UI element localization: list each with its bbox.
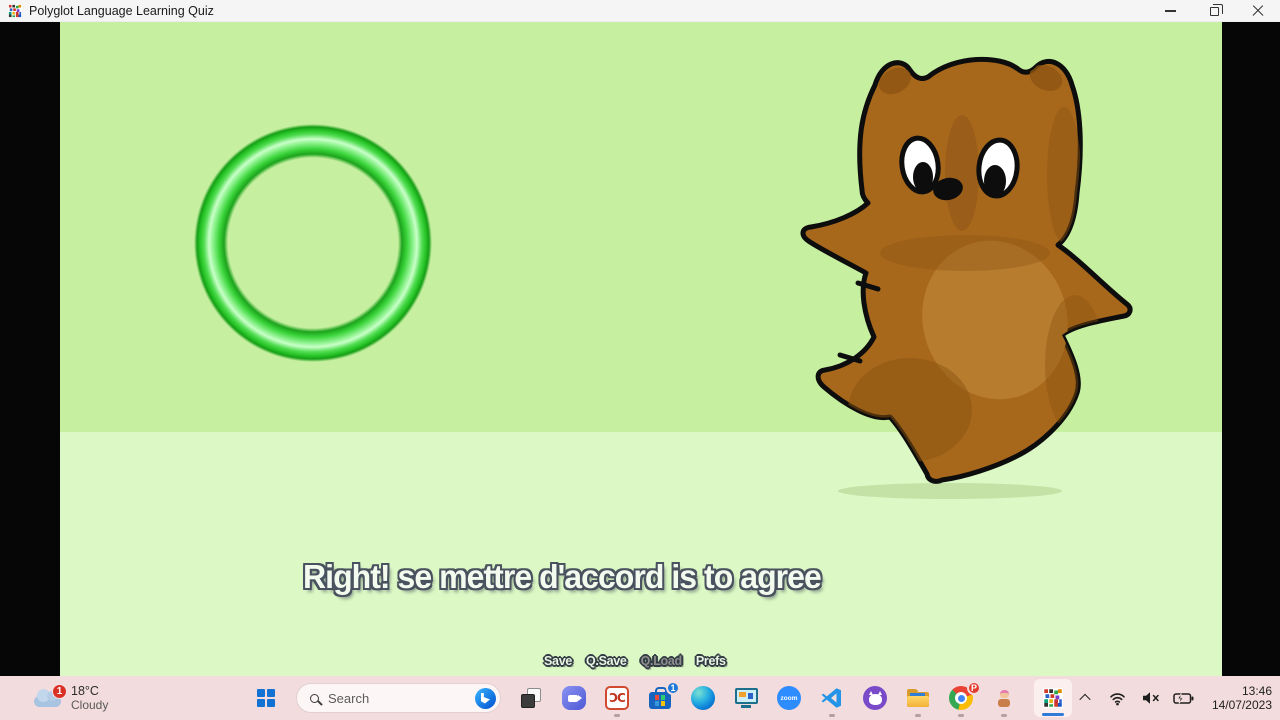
- polyglot-app-icon: [1043, 688, 1063, 708]
- quick-save-button[interactable]: Q.Save: [586, 654, 627, 668]
- edge-button[interactable]: [690, 685, 716, 711]
- vscode-icon: [820, 686, 844, 710]
- weather-text: 18°C Cloudy: [71, 684, 108, 712]
- cloud-icon: 1: [34, 696, 61, 707]
- window-titlebar: Polyglot Language Learning Quiz: [0, 0, 1280, 22]
- running-indicator: [829, 714, 835, 717]
- close-icon: [1252, 5, 1264, 17]
- weather-condition: Cloudy: [71, 698, 108, 712]
- chat-icon: [562, 686, 586, 710]
- vscode-button[interactable]: [819, 685, 845, 711]
- dc-app-button[interactable]: ƆC: [604, 685, 630, 711]
- clock-time: 13:46: [1242, 684, 1272, 699]
- volume-button[interactable]: [1140, 685, 1162, 711]
- green-ring: [193, 123, 433, 363]
- chevron-up-icon: [1079, 694, 1090, 705]
- store-badge: 1: [666, 681, 680, 695]
- game-window: Right! se mettre d'accord is to agree Sa…: [0, 22, 1280, 676]
- github-desktop-button[interactable]: [862, 685, 888, 711]
- window-title: Polyglot Language Learning Quiz: [29, 4, 214, 18]
- zoom-button[interactable]: zoom: [776, 685, 802, 711]
- prefs-button[interactable]: Prefs: [696, 654, 726, 668]
- volume-muted-icon: [1142, 691, 1160, 705]
- bear-shadow: [838, 483, 1062, 499]
- tray-overflow-button[interactable]: [1074, 685, 1096, 711]
- microsoft-store-button[interactable]: 1: [647, 685, 673, 711]
- chrome-button[interactable]: P: [948, 685, 974, 711]
- window-controls: [1148, 0, 1280, 22]
- quiz-feedback-text: Right! se mettre d'accord is to agree: [303, 558, 821, 596]
- taskbar-clock[interactable]: 13:46 14/07/2023: [1212, 684, 1272, 713]
- close-button[interactable]: [1236, 0, 1280, 22]
- video-camera-icon: [568, 695, 578, 702]
- desktop-screen: Polyglot Language Learning Quiz: [0, 0, 1280, 720]
- game-menu: Save Q.Save Q.Load Prefs: [544, 654, 726, 668]
- save-button[interactable]: Save: [544, 654, 572, 668]
- search-input[interactable]: [328, 691, 475, 706]
- store-icon: [649, 692, 671, 709]
- bing-icon[interactable]: [475, 688, 496, 709]
- notification-badge: 1: [52, 684, 67, 699]
- chrome-profile-badge: P: [967, 681, 981, 695]
- polyglot-taskbar-button[interactable]: [1034, 679, 1072, 717]
- letterbox-left: [0, 22, 60, 676]
- taskbar-search[interactable]: [296, 683, 501, 713]
- system-properties-button[interactable]: [733, 685, 759, 711]
- weather-temperature: 18°C: [71, 684, 108, 698]
- file-explorer-button[interactable]: [905, 685, 931, 711]
- character-app-icon: [998, 690, 1010, 707]
- character-app-button[interactable]: [991, 685, 1017, 711]
- taskbar: 1 18°C Cloudy: [0, 676, 1280, 720]
- task-view-button[interactable]: [518, 685, 544, 711]
- taskbar-center: ƆC 1 zoom: [253, 676, 1072, 720]
- start-button[interactable]: [253, 685, 279, 711]
- chat-button[interactable]: [561, 685, 587, 711]
- weather-widget[interactable]: 1 18°C Cloudy: [8, 676, 108, 720]
- wifi-icon: [1109, 691, 1126, 706]
- minimize-button[interactable]: [1148, 0, 1192, 22]
- quick-load-button[interactable]: Q.Load: [641, 654, 682, 668]
- running-indicator: [614, 714, 620, 717]
- maximize-button[interactable]: [1192, 0, 1236, 22]
- bear-character: [790, 25, 1140, 500]
- github-icon: [863, 686, 887, 710]
- dc-app-icon: ƆC: [605, 686, 629, 710]
- search-icon: [310, 694, 319, 703]
- minimize-icon: [1165, 10, 1176, 12]
- system-monitor-icon: [735, 688, 758, 704]
- app-icon: [8, 4, 22, 18]
- battery-charging-icon: [1173, 692, 1194, 705]
- battery-button[interactable]: [1173, 685, 1195, 711]
- network-button[interactable]: [1107, 685, 1129, 711]
- edge-icon: [691, 686, 715, 710]
- zoom-icon: zoom: [777, 686, 801, 710]
- running-indicator: [1001, 714, 1007, 717]
- running-indicator: [915, 714, 921, 717]
- maximize-icon: [1210, 7, 1219, 16]
- windows-logo-icon: [257, 689, 275, 707]
- letterbox-right: [1222, 22, 1280, 676]
- active-app-indicator: [1042, 713, 1064, 716]
- running-indicator: [958, 714, 964, 717]
- game-viewport: Right! se mettre d'accord is to agree Sa…: [60, 22, 1222, 676]
- system-tray: 13:46 14/07/2023: [1074, 676, 1272, 720]
- clock-date: 14/07/2023: [1212, 698, 1272, 713]
- folder-icon: [906, 689, 930, 708]
